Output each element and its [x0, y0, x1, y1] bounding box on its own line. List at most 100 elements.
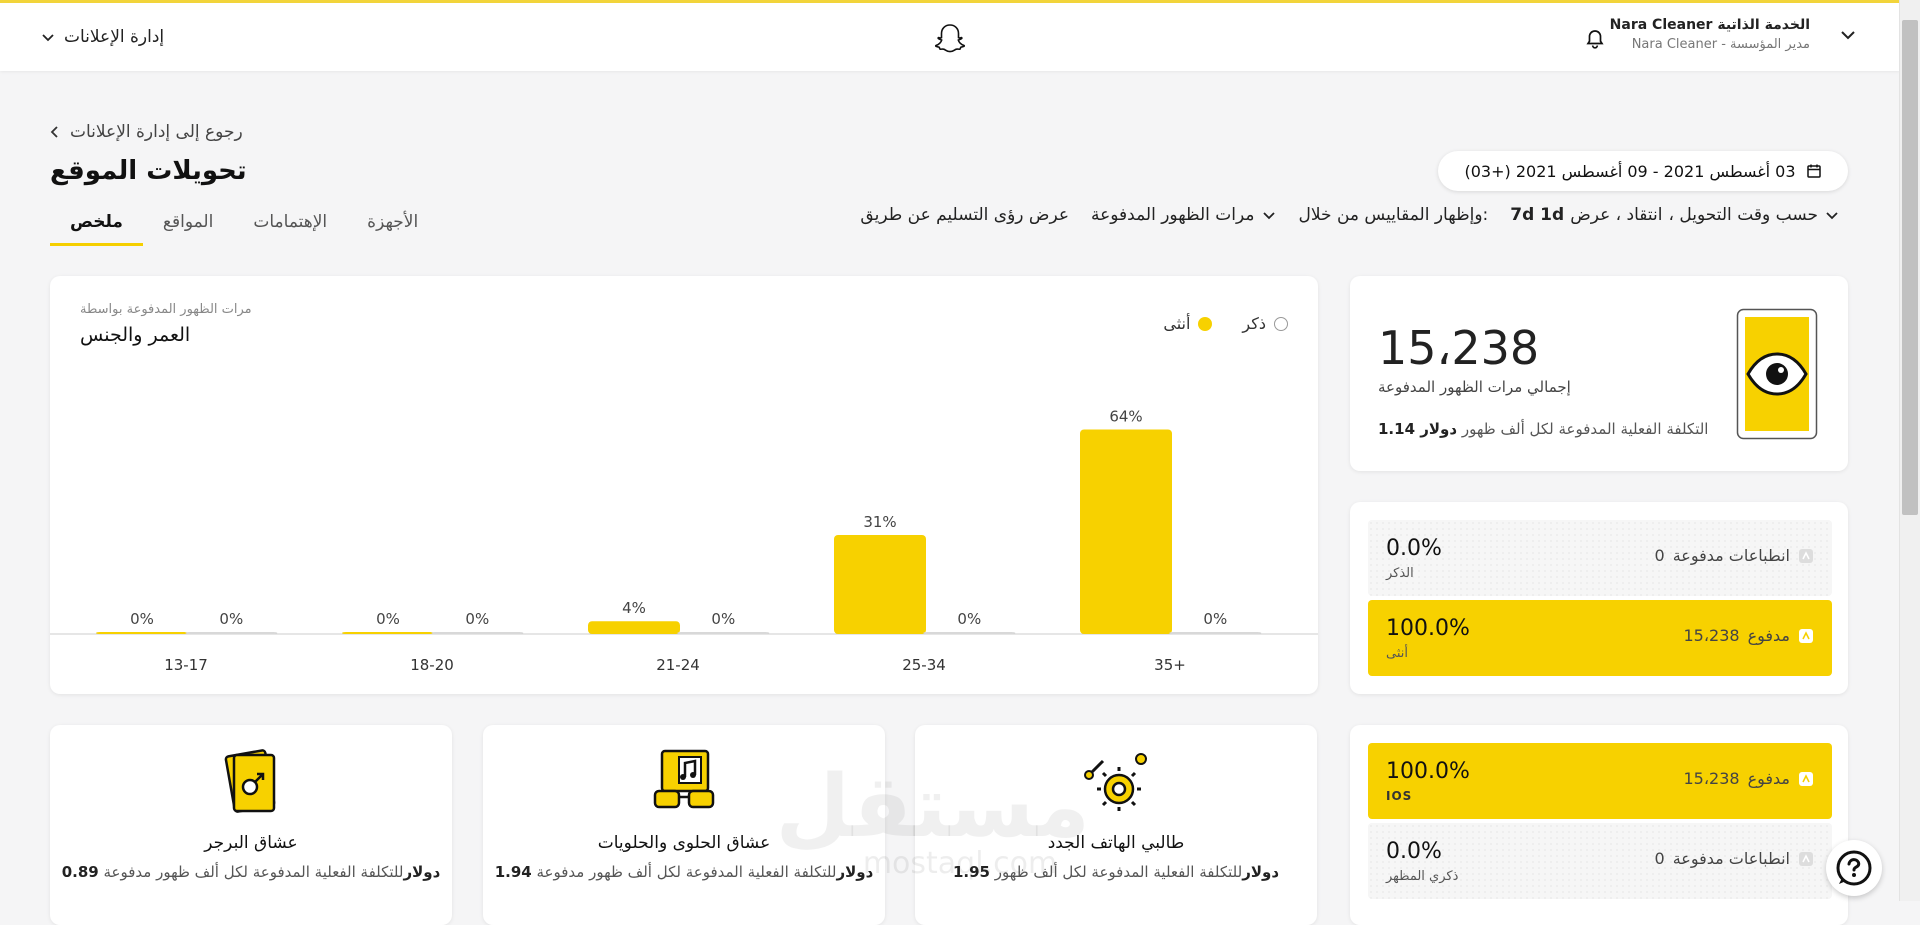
segment-impressions: مدفوع 15،238 — [1684, 769, 1815, 788]
help-button[interactable] — [1826, 840, 1882, 896]
organization-switcher[interactable]: الخدمة الذاتية Nara Cleaner مدير المؤسسة… — [1610, 17, 1810, 52]
back-link[interactable]: رجوع إلى إدارة الإعلانات — [50, 122, 243, 142]
device-row-other[interactable]: 0.0% ذكري المظهر انطباعات مدفوعة 0 — [1368, 823, 1832, 899]
segment-percent: 100.0% — [1386, 759, 1470, 784]
top-bar: إدارة الإعلانات الخدمة الذاتية Nara Clea… — [0, 0, 1900, 71]
gears-icon — [1084, 753, 1147, 811]
x-tick-label: 25-34 — [902, 656, 946, 674]
segment-percent: 0.0% — [1386, 536, 1442, 561]
segment-impressions-label: انطباعات مدفوعة — [1672, 546, 1790, 565]
segment-impressions-label: انطباعات مدفوعة — [1672, 849, 1790, 868]
bar-data-label: 4% — [622, 599, 646, 617]
show-metrics-text: :وإظهار المقاييس من خلال — [1298, 205, 1489, 225]
interest-currency: دولار — [403, 863, 441, 881]
snapchat-ghost-icon[interactable] — [932, 21, 968, 57]
segment-impressions: انطباعات مدفوعة 0 — [1655, 546, 1815, 565]
scrollbar-thumb[interactable] — [1902, 20, 1918, 515]
bar-female — [1080, 429, 1172, 634]
help-icon — [1836, 850, 1872, 886]
bar-male — [185, 632, 278, 634]
ads-manager-menu[interactable]: إدارة الإعلانات — [40, 27, 164, 47]
male-cards-icon — [224, 749, 276, 813]
snap-badge-icon — [1799, 771, 1813, 786]
snap-badge-icon — [1799, 628, 1813, 643]
page-title: تحويلات الموقع — [50, 156, 247, 186]
scrollbar[interactable] — [1899, 0, 1920, 901]
bar-male — [677, 632, 770, 634]
chevron-down-icon — [42, 34, 54, 42]
bar-data-label: 31% — [863, 513, 896, 531]
segment-percent: 0.0% — [1386, 839, 1442, 864]
segment-impressions-value: 15،238 — [1683, 769, 1740, 788]
bar-female — [834, 534, 926, 634]
segment-impressions-label: مدفوع — [1747, 769, 1790, 788]
interest-ecpm: دولارللتكلفة الفعلية المدفوعة لكل ألف ظه… — [915, 863, 1317, 881]
delivery-insights-text: عرض رؤى التسليم عن طريق — [860, 205, 1069, 225]
gender-breakdown-card: 0.0% الذكر انطباعات مدفوعة 0 100.0% أنثى… — [1350, 502, 1848, 694]
calendar-icon — [1806, 164, 1821, 178]
x-tick-label: 18-20 — [410, 656, 454, 674]
conversion-time-label: حسب وقت التحويل ، — [1668, 205, 1819, 225]
interest-ecpm-label: للتكلفة الفعلية المدفوعة لكل ألف ظهور — [994, 863, 1243, 881]
segment-impressions-value: 15،238 — [1683, 626, 1740, 645]
interest-card[interactable]: عشاق الحلوى والحلويات دولارللتكلفة الفعل… — [483, 725, 885, 925]
bar-female — [342, 632, 434, 634]
ecpm-value: دولار 1.14 — [1378, 420, 1458, 438]
org-label: الخدمة الذاتية — [1717, 17, 1810, 33]
interest-ecpm-label: للتكلفة الفعلية المدفوعة لكل ألف ظهور مد… — [103, 863, 404, 881]
bar-data-label: 0% — [957, 610, 981, 628]
age-gender-chart-card: مرات الظهور المدفوعة بواسطة العمر والجنس… — [50, 276, 1318, 694]
interest-ecpm: دولارللتكلفة الفعلية المدفوعة لكل ألف ظه… — [50, 863, 452, 881]
age-gender-bar-chart: 0% 0% 13-17 0% 0% 18-20 4% 0% 21-24 31% 0% 25-34 64%… — [50, 408, 1318, 674]
bar-male — [1169, 632, 1262, 634]
attribution-prefix: انتقاد ، عرض — [1570, 205, 1663, 225]
metric-dropdown-label: مرات الظهور المدفوعة — [1091, 205, 1255, 225]
bar-data-label: 0% — [376, 610, 400, 628]
gender-row-female[interactable]: 100.0% أنثى مدفوع 15،238 — [1368, 600, 1832, 676]
org-role: مدير المؤسسة - Nara Cleaner — [1631, 37, 1810, 52]
interest-card[interactable]: طالبي الهاتف الجدد دولارللتكلفة الفعلية … — [915, 725, 1317, 925]
org-name: Nara Cleaner — [1609, 17, 1713, 33]
bar-data-label: 0% — [130, 610, 154, 628]
chevron-down-icon[interactable] — [1838, 25, 1858, 45]
attribution-dropdown[interactable]: حسب وقت التحويل ، انتقاد ، عرض 7d 1d — [1510, 205, 1840, 225]
x-tick-label: 21-24 — [656, 656, 700, 674]
bar-data-label: 0% — [465, 610, 489, 628]
chevron-left-icon — [50, 126, 58, 138]
interest-card[interactable]: عشاق البرجر دولارللتكلفة الفعلية المدفوع… — [50, 725, 452, 925]
chevron-down-icon — [1262, 212, 1275, 220]
segment-impressions-value: 0 — [1654, 849, 1665, 868]
attribution-window: 7d 1d — [1510, 205, 1565, 225]
date-range-picker[interactable]: 03 أغسطس 2021 - 09 أغسطس 2021 (+03) — [1438, 151, 1848, 191]
ecpm-line: التكلفة الفعلية المدفوعة لكل ألف ظهور دو… — [1378, 420, 1708, 438]
back-link-label: رجوع إلى إدارة الإعلانات — [70, 122, 243, 142]
date-range-label: 03 أغسطس 2021 - 09 أغسطس 2021 (+03) — [1464, 161, 1796, 181]
segment-name: IOS — [1386, 789, 1413, 803]
music-glasses-icon — [653, 749, 715, 809]
tab-devices[interactable]: الأجهزة — [347, 212, 438, 246]
bell-icon[interactable] — [1584, 28, 1606, 50]
report-tabs: ملخص المواقع الإهتمامات الأجهزة — [50, 204, 438, 246]
snap-badge-icon — [1799, 851, 1813, 866]
bar-female — [96, 632, 188, 634]
interest-ecpm-value: 0.89 — [61, 863, 99, 881]
bar-data-label: 0% — [1203, 610, 1227, 628]
total-impressions-card: 15،238 إجمالي مرات الظهور المدفوعة التكل… — [1350, 276, 1848, 471]
filter-row: حسب وقت التحويل ، انتقاد ، عرض 7d 1d :وإ… — [836, 205, 1840, 225]
segment-name: أنثى — [1386, 646, 1408, 661]
ecpm-label: التكلفة الفعلية المدفوعة لكل ألف ظهور — [1461, 420, 1709, 438]
bar-female — [588, 621, 680, 634]
tab-summary[interactable]: ملخص — [50, 212, 143, 246]
device-breakdown-card: 100.0% IOS مدفوع 15،238 0.0% ذكري المظهر… — [1350, 725, 1848, 925]
metric-dropdown[interactable]: مرات الظهور المدفوعة — [1091, 205, 1277, 225]
show-metrics-label: :وإظهار المقاييس من خلال — [1299, 205, 1489, 225]
tab-interests[interactable]: الإهتمامات — [233, 212, 347, 246]
gender-row-male[interactable]: 0.0% الذكر انطباعات مدفوعة 0 — [1368, 520, 1832, 596]
snap-badge-icon — [1799, 548, 1813, 563]
device-row-ios[interactable]: 100.0% IOS مدفوع 15،238 — [1368, 743, 1832, 819]
segment-impressions: مدفوع 15،238 — [1684, 626, 1815, 645]
bar-male — [431, 632, 524, 634]
bar-male — [923, 632, 1016, 634]
interest-currency: دولار — [836, 863, 874, 881]
tab-locations[interactable]: المواقع — [143, 212, 233, 246]
